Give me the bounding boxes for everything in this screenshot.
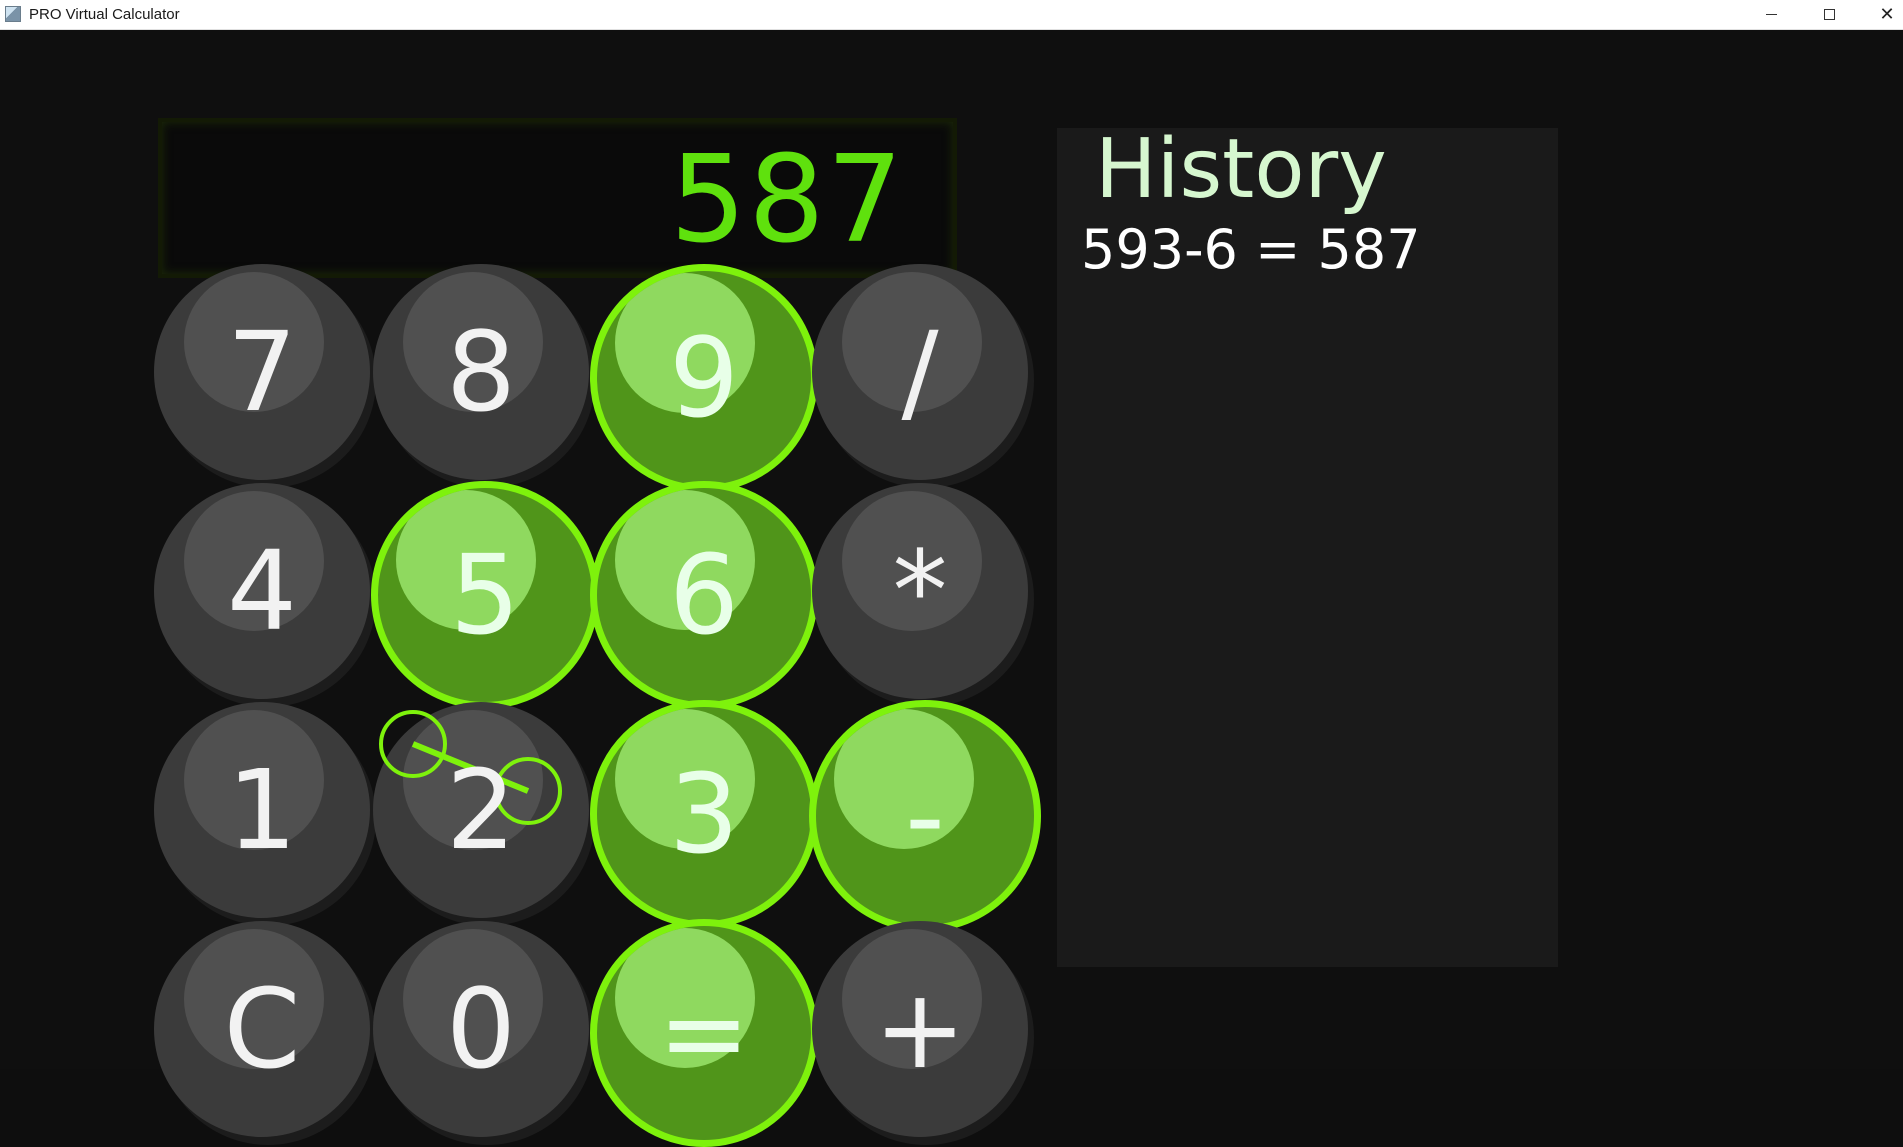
close-button[interactable]: ✕ [1864, 0, 1903, 29]
key-6[interactable]: 6 [590, 481, 818, 709]
key-label: 8 [446, 308, 516, 436]
maximize-button[interactable] [1806, 0, 1852, 29]
key-label: * [892, 527, 948, 655]
key-label: 4 [227, 527, 297, 655]
key-5[interactable]: 5 [371, 481, 599, 709]
key-7[interactable]: 7 [154, 264, 370, 480]
key-equals[interactable]: = [590, 919, 818, 1147]
key-label: / [901, 308, 939, 436]
key-minus[interactable]: - [809, 700, 1041, 932]
title-bar: PRO Virtual Calculator ✕ [0, 0, 1903, 30]
history-title: History [1095, 122, 1387, 217]
maximize-icon [1823, 9, 1835, 20]
key-label: 1 [227, 746, 297, 874]
window-title: PRO Virtual Calculator [29, 6, 180, 23]
key-multiply[interactable]: * [812, 483, 1028, 699]
key-0[interactable]: 0 [373, 921, 589, 1137]
key-9[interactable]: 9 [590, 264, 818, 492]
calculator-app-icon [5, 6, 21, 22]
key-label: 7 [227, 308, 297, 436]
key-divide[interactable]: / [812, 264, 1028, 480]
key-label: 2 [446, 746, 516, 874]
key-2[interactable]: 2 [373, 702, 589, 918]
history-entry: 593-6 = 587 [1081, 218, 1421, 281]
key-3[interactable]: 3 [590, 700, 818, 928]
key-label: = [657, 969, 751, 1097]
display-value: 587 [669, 131, 905, 270]
key-label: 0 [446, 965, 516, 1093]
key-4[interactable]: 4 [154, 483, 370, 699]
key-label: + [873, 965, 967, 1093]
key-label: 9 [669, 314, 739, 442]
key-label: 5 [450, 531, 520, 659]
minimize-icon [1765, 14, 1777, 15]
history-panel: History 593-6 = 587 [1057, 122, 1558, 967]
key-label: 6 [669, 531, 739, 659]
key-label: C [223, 965, 301, 1093]
key-label: - [905, 752, 945, 880]
key-clear[interactable]: C [154, 921, 370, 1137]
key-plus[interactable]: + [812, 921, 1028, 1137]
key-8[interactable]: 8 [373, 264, 589, 480]
minimize-button[interactable] [1748, 0, 1794, 29]
key-label: 3 [669, 750, 739, 878]
calculator-display: 587 [158, 118, 957, 278]
close-icon: ✕ [1879, 4, 1895, 25]
key-1[interactable]: 1 [154, 702, 370, 918]
